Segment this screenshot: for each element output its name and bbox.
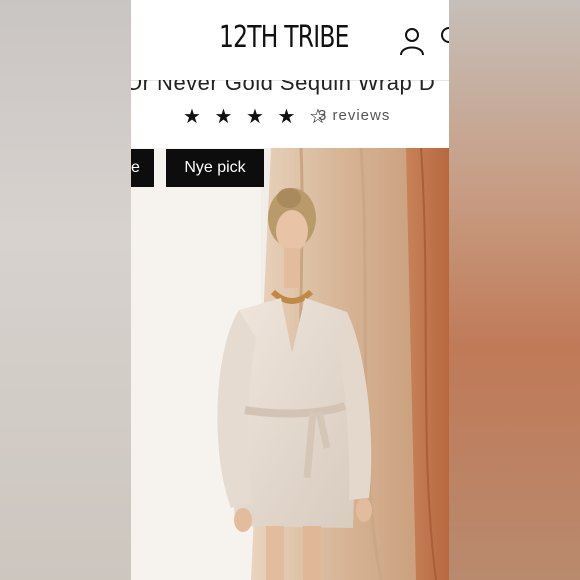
site-header: 12TH TRIBE Or Never Gold Sequin Wrap D	[131, 0, 449, 95]
reviews-link[interactable]: 3 reviews	[318, 107, 390, 124]
phone-screen: 12TH TRIBE Or Never Gold Sequin Wrap D ★…	[131, 0, 449, 580]
badge-nye-pick: Nye pick	[166, 149, 264, 187]
star-rating[interactable]: ★ ★ ★ ★ ☆	[183, 104, 331, 129]
search-icon[interactable]	[439, 26, 449, 56]
background-blur-right	[449, 0, 580, 580]
product-title: Or Never Gold Sequin Wrap D	[131, 70, 436, 95]
product-photo-illustration	[131, 148, 449, 580]
background-blur-left	[0, 0, 131, 580]
product-image[interactable]	[131, 148, 449, 580]
brand-logo[interactable]: 12TH TRIBE	[219, 20, 349, 55]
badge-tag-left: e	[131, 149, 154, 187]
user-icon[interactable]	[397, 26, 427, 56]
